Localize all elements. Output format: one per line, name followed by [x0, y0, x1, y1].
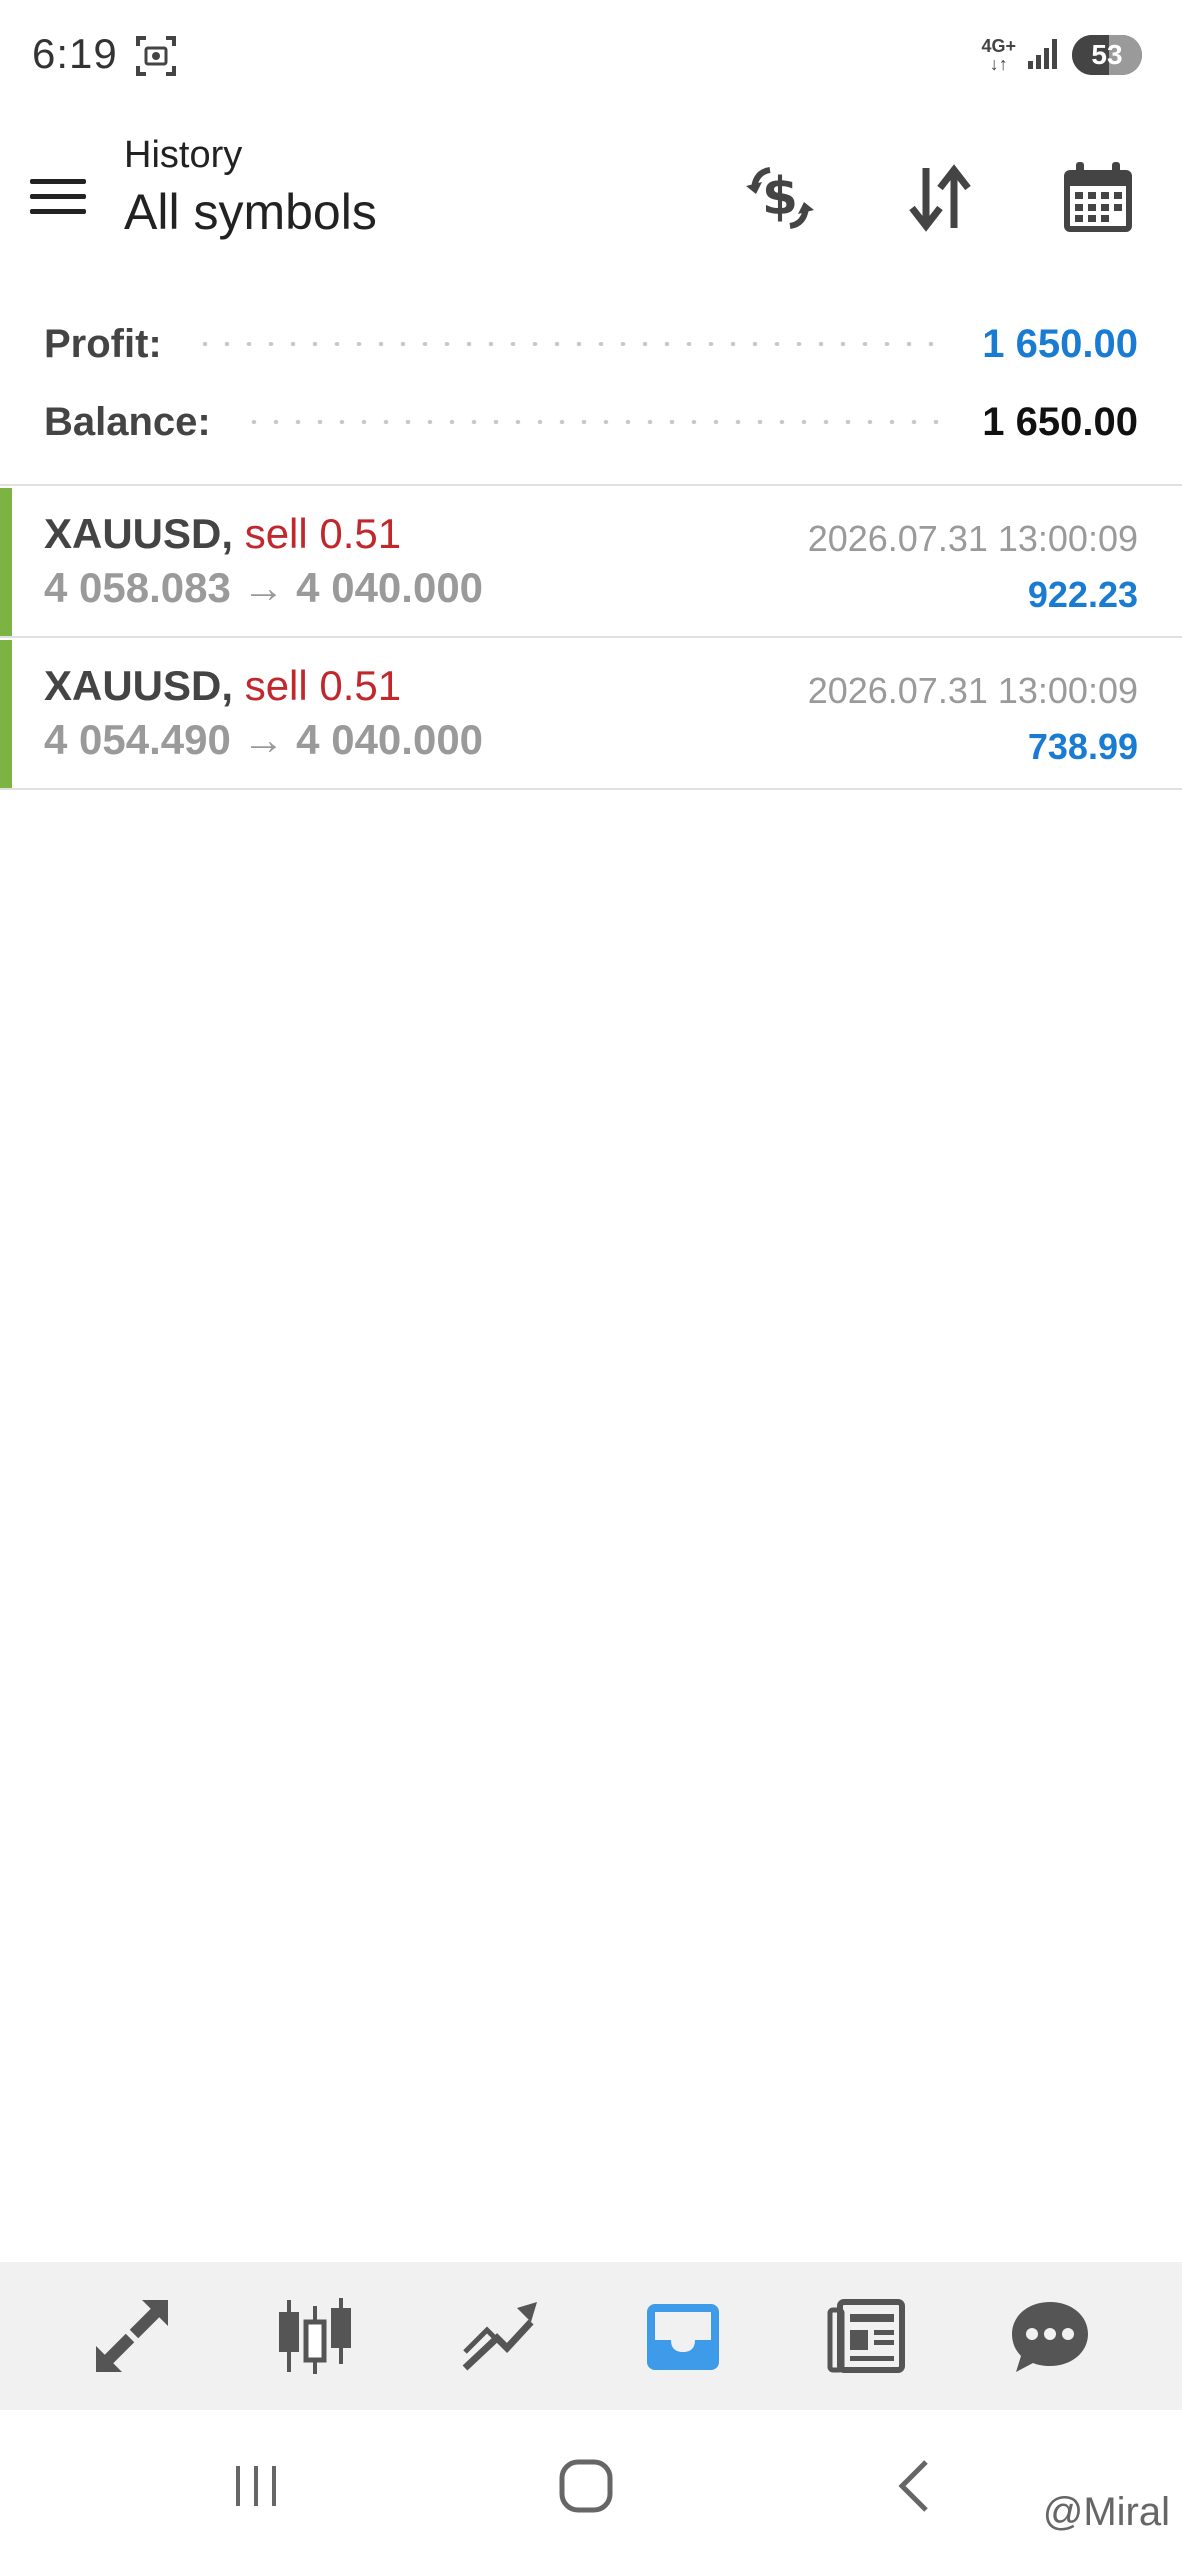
trade-prices: 4 054.490 → 4 040.000: [44, 716, 484, 763]
dotted-leader: [193, 342, 951, 346]
dotted-leader: [242, 420, 951, 424]
chat-icon: [1012, 2302, 1089, 2372]
nav-news[interactable]: [811, 2281, 921, 2391]
balance-label: Balance:: [44, 399, 211, 444]
calendar-icon: [1064, 162, 1132, 232]
trade-side: sell 0.51: [244, 510, 402, 557]
quotes-icon: [95, 2299, 169, 2373]
sort-arrows-icon: [909, 164, 971, 232]
profit-row: Profit: 1 650.00: [44, 314, 1138, 374]
home-icon: [559, 2459, 613, 2513]
back-icon: [898, 2460, 928, 2512]
balance-value: 1 650.00: [982, 399, 1138, 444]
currency-exchange-button[interactable]: $: [738, 156, 822, 240]
nav-history[interactable]: [628, 2281, 738, 2391]
trade-symbol-line: XAUUSD, sell 0.51: [44, 510, 401, 558]
status-time: 6:19: [32, 30, 118, 77]
signal-icon: [1026, 35, 1062, 76]
status-bar: 6:19 4G+ ↓↑ 53: [0, 0, 1182, 110]
balance-row: Balance: 1 650.00: [44, 392, 1138, 452]
currency-exchange-icon: $: [746, 167, 814, 229]
back-button[interactable]: [876, 2446, 956, 2526]
trade-side: sell 0.51: [244, 662, 402, 709]
trade-row[interactable]: XAUUSD, sell 0.51 4 058.083 → 4 040.000 …: [0, 488, 1182, 638]
trade-row[interactable]: XAUUSD, sell 0.51 4 054.490 → 4 040.000 …: [0, 640, 1182, 790]
nav-quotes[interactable]: [77, 2281, 187, 2391]
trade-prices: 4 058.083 → 4 040.000: [44, 564, 484, 611]
trade-time: 2026.07.31 13:00:09: [807, 518, 1138, 559]
trade-symbol-line: XAUUSD, sell 0.51: [44, 662, 401, 710]
status-right: 4G+ ↓↑ 53: [981, 30, 1142, 80]
trade-accent-bar: [0, 640, 12, 788]
watermark: @Miral: [1042, 2490, 1170, 2534]
sort-button[interactable]: [898, 156, 982, 240]
app-bar: History All symbols $: [0, 120, 1182, 270]
home-button[interactable]: [546, 2446, 626, 2526]
summary-panel: Profit: 1 650.00 Balance: 1 650.00: [0, 300, 1182, 486]
svg-text:$: $: [762, 167, 798, 227]
title-block: History All symbols: [124, 134, 377, 241]
trade-profit: 738.99: [1027, 726, 1138, 767]
trade-accent-bar: [0, 488, 12, 636]
profit-label: Profit:: [44, 321, 162, 366]
history-icon: [646, 2304, 719, 2370]
trade-symbol: XAUUSD,: [44, 662, 234, 709]
nav-chart[interactable]: [260, 2281, 370, 2391]
nav-trade[interactable]: [444, 2281, 554, 2391]
page-title: All symbols: [124, 184, 377, 240]
trade-time: 2026.07.31 13:00:09: [807, 670, 1138, 711]
recent-apps-icon: [236, 2466, 276, 2506]
trade-symbol: XAUUSD,: [44, 510, 234, 557]
trade-profit: 922.23: [1027, 574, 1138, 615]
system-nav: @Miral: [0, 2410, 1182, 2560]
profit-value: 1 650.00: [982, 321, 1138, 366]
chart-icon: [279, 2298, 352, 2374]
menu-button[interactable]: [30, 164, 94, 228]
news-icon: [827, 2299, 906, 2373]
recent-apps-button[interactable]: [216, 2446, 296, 2526]
calendar-button[interactable]: [1056, 156, 1140, 240]
battery-icon: 53: [1072, 35, 1142, 75]
bottom-nav: [0, 2262, 1182, 2410]
nav-chat[interactable]: [995, 2281, 1105, 2391]
trade-icon: [462, 2302, 538, 2371]
network-icon: 4G+ ↓↑: [981, 36, 1016, 74]
screenshot-icon: [134, 34, 178, 78]
page-subtitle: History: [124, 134, 243, 176]
